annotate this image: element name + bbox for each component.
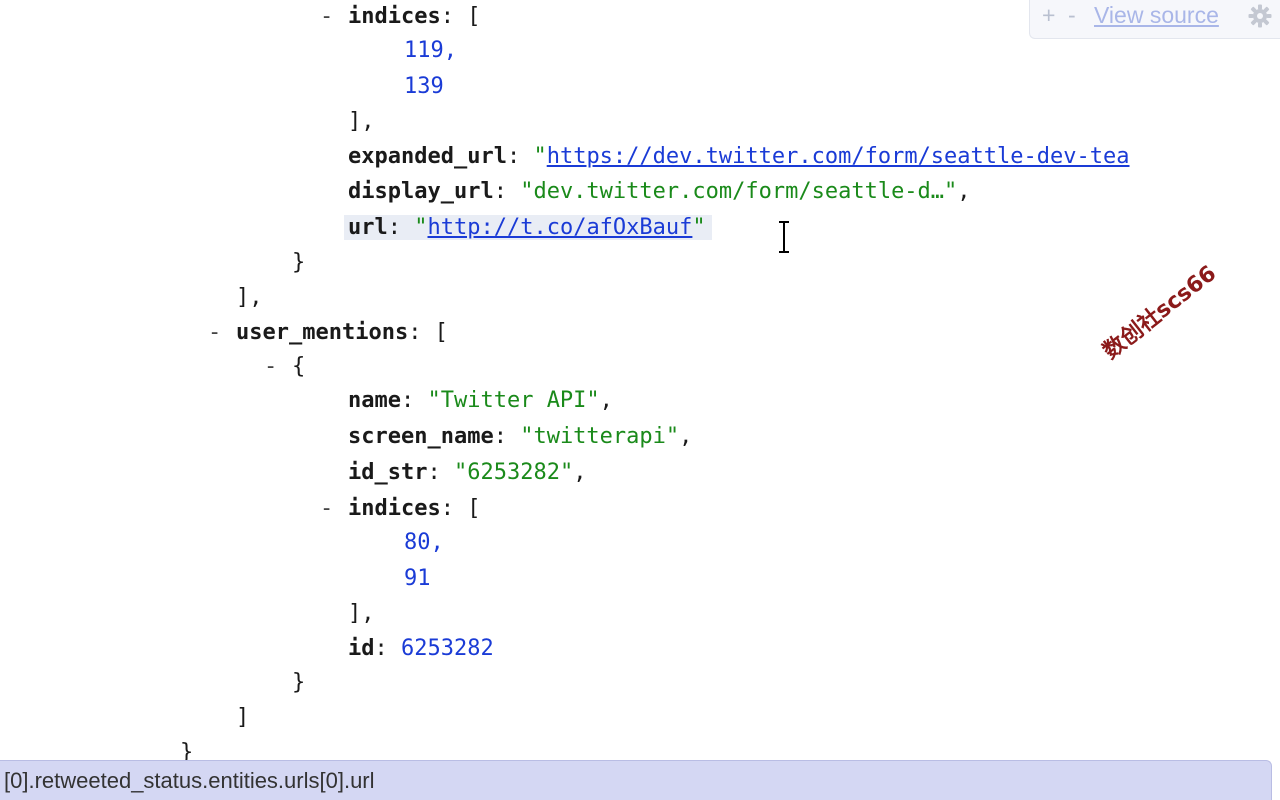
json-key: name bbox=[348, 388, 401, 413]
json-punct: : bbox=[493, 179, 521, 204]
json-punct: ], bbox=[236, 285, 263, 310]
json-punct: : [ bbox=[408, 320, 448, 345]
json-number: 6253282 bbox=[401, 636, 494, 661]
json-punct: { bbox=[292, 354, 306, 379]
json-punct: : bbox=[387, 215, 415, 240]
json-punct: ], bbox=[348, 601, 375, 626]
json-quote: " bbox=[692, 215, 706, 240]
collapse-toggle[interactable]: - bbox=[208, 317, 236, 349]
json-quote: " bbox=[414, 215, 428, 240]
expand-all-button[interactable]: + bbox=[1042, 2, 1055, 29]
json-punct: : [ bbox=[440, 4, 481, 29]
json-string: "dev.twitter.com/form/seattle-d…" bbox=[520, 179, 958, 204]
json-string: "6253282" bbox=[453, 460, 574, 485]
json-punct: } bbox=[180, 740, 194, 760]
json-number: 119, bbox=[404, 38, 457, 63]
view-source-link[interactable]: View source bbox=[1094, 2, 1219, 29]
json-punct: , bbox=[957, 179, 971, 204]
json-punct: : bbox=[427, 460, 454, 485]
url-link[interactable]: http://t.co/afOxBauf bbox=[428, 215, 693, 240]
expanded-url-row: expanded_url: "https://dev.twitter.com/f… bbox=[348, 141, 1130, 173]
status-bar-path: [0].retweeted_status.entities.urls[0].ur… bbox=[0, 760, 1272, 800]
json-punct: , bbox=[679, 424, 693, 449]
json-viewer: - indices: [ 119, 139 ], expanded_url: "h… bbox=[0, 0, 1280, 760]
collapse-toggle[interactable]: - bbox=[320, 1, 348, 33]
json-key: expanded_url bbox=[348, 144, 507, 169]
indices-row: - indices: [ bbox=[320, 1, 480, 33]
collapse-all-button[interactable]: - bbox=[1068, 2, 1076, 29]
json-key: indices bbox=[348, 496, 441, 521]
json-string: "Twitter API" bbox=[427, 388, 600, 413]
json-key: user_mentions bbox=[236, 320, 409, 345]
json-number: 80, bbox=[404, 530, 444, 555]
name-row: name: "Twitter API", bbox=[348, 385, 613, 417]
collapse-toggle[interactable]: - bbox=[320, 493, 348, 525]
json-punct: ], bbox=[348, 109, 375, 134]
text-cursor-icon bbox=[779, 220, 789, 254]
selected-row-highlight[interactable]: url: "http://t.co/afOxBauf" bbox=[344, 215, 712, 240]
json-key: display_url bbox=[348, 179, 494, 204]
display-url-row: display_url: "dev.twitter.com/form/seatt… bbox=[348, 176, 971, 208]
viewer-toolbar: + - View source bbox=[1029, 0, 1280, 39]
user-mentions-row: - user_mentions: [ bbox=[208, 317, 448, 349]
indices-row: - indices: [ bbox=[320, 493, 480, 525]
json-punct: , bbox=[573, 460, 587, 485]
json-punct: } bbox=[292, 250, 306, 275]
json-punct: : bbox=[493, 424, 521, 449]
gear-icon[interactable] bbox=[1248, 4, 1272, 28]
id-row: id: 6253282 bbox=[348, 633, 494, 665]
json-punct: } bbox=[292, 670, 306, 695]
json-key: indices bbox=[348, 4, 441, 29]
object-row: -{ bbox=[264, 351, 305, 383]
id-str-row: id_str: "6253282", bbox=[348, 457, 586, 489]
json-punct: : bbox=[400, 388, 428, 413]
json-punct: : [ bbox=[440, 496, 481, 521]
url-row: url: "http://t.co/afOxBauf" bbox=[344, 212, 712, 244]
json-punct: : bbox=[506, 144, 534, 169]
json-quote: " bbox=[533, 144, 547, 169]
json-punct: : bbox=[374, 636, 401, 661]
json-key: id_str bbox=[348, 460, 428, 485]
json-key: id bbox=[348, 636, 375, 661]
json-number: 139 bbox=[404, 74, 444, 99]
json-key: screen_name bbox=[348, 424, 494, 449]
collapse-toggle[interactable]: - bbox=[264, 351, 292, 383]
json-number: 91 bbox=[404, 566, 431, 591]
json-punct: , bbox=[599, 388, 613, 413]
expanded-url-link[interactable]: https://dev.twitter.com/form/seattle-dev… bbox=[547, 144, 1130, 169]
screen-name-row: screen_name: "twitterapi", bbox=[348, 421, 692, 453]
json-punct: ] bbox=[236, 705, 250, 730]
json-string: "twitterapi" bbox=[520, 424, 680, 449]
json-key: url bbox=[348, 215, 388, 240]
